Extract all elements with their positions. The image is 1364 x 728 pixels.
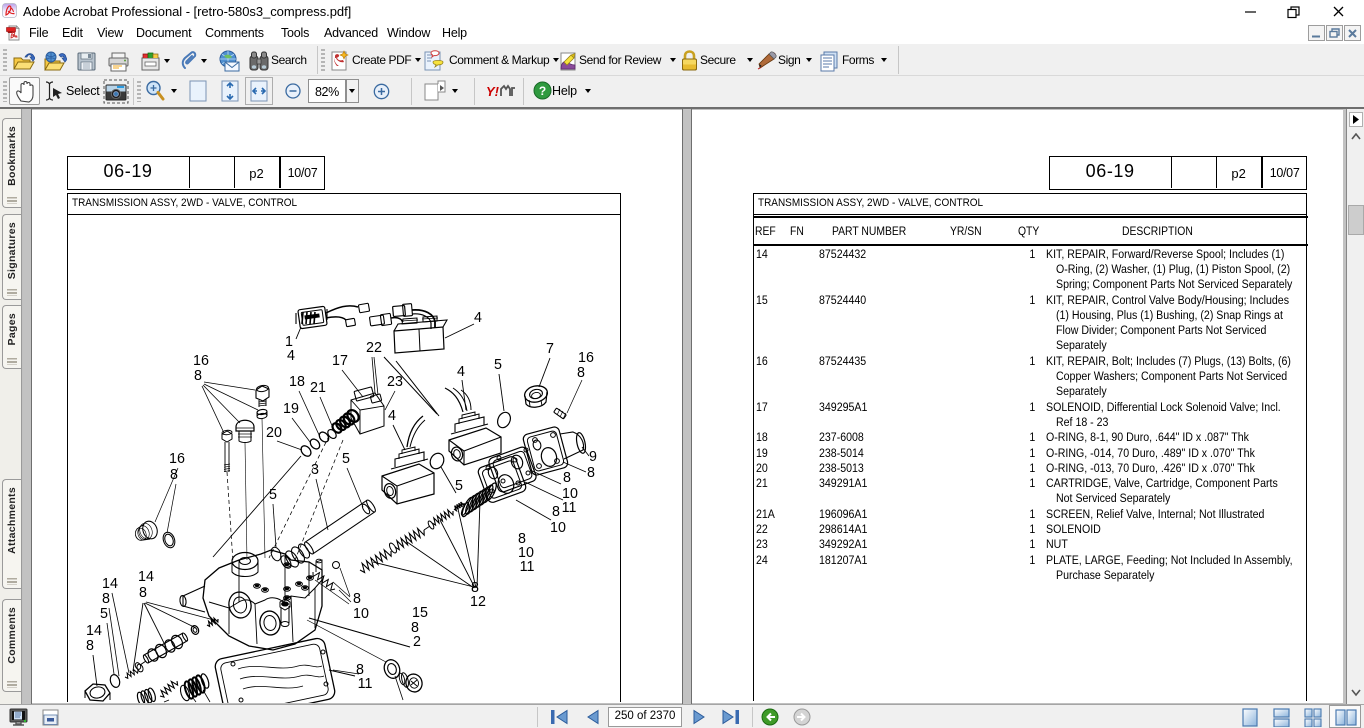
svg-text:8: 8 [577, 365, 585, 381]
svg-text:4: 4 [474, 310, 482, 326]
svg-text:16: 16 [578, 350, 594, 366]
svg-text:15: 15 [412, 605, 428, 621]
svg-text:4: 4 [457, 364, 465, 380]
svg-text:8: 8 [102, 591, 110, 607]
svg-text:9: 9 [589, 449, 597, 465]
svg-text:2: 2 [413, 634, 421, 650]
svg-text:5: 5 [455, 478, 463, 494]
svg-text:11: 11 [358, 676, 373, 692]
svg-text:8: 8 [194, 368, 202, 384]
svg-text:12: 12 [470, 594, 486, 610]
svg-text:?: ? [539, 84, 546, 98]
svg-text:4: 4 [388, 408, 396, 424]
svg-text:8: 8 [587, 465, 595, 481]
svg-text:23: 23 [387, 374, 403, 390]
svg-text:22: 22 [366, 340, 382, 356]
svg-text:20: 20 [266, 425, 282, 441]
svg-text:16: 16 [193, 353, 209, 369]
svg-text:8: 8 [552, 504, 560, 520]
svg-text:5: 5 [269, 487, 277, 503]
svg-text:10: 10 [550, 520, 566, 536]
svg-text:5: 5 [494, 357, 502, 373]
svg-text:14: 14 [138, 569, 154, 585]
svg-text:10: 10 [353, 606, 369, 622]
svg-text:8: 8 [86, 638, 94, 654]
svg-text:4: 4 [287, 348, 295, 364]
svg-text:3: 3 [311, 462, 319, 478]
svg-text:16: 16 [169, 451, 185, 467]
svg-text:11: 11 [520, 559, 535, 575]
svg-text:14: 14 [102, 576, 118, 592]
svg-text:8: 8 [353, 591, 361, 607]
svg-text:18: 18 [289, 374, 305, 390]
svg-text:8: 8 [139, 585, 147, 601]
svg-text:8: 8 [170, 467, 178, 483]
svg-text:8: 8 [563, 470, 571, 486]
svg-text:19: 19 [283, 401, 299, 417]
svg-text:14: 14 [86, 623, 102, 639]
svg-text:21: 21 [310, 380, 326, 396]
svg-text:5: 5 [100, 606, 108, 622]
svg-text:5: 5 [342, 451, 350, 467]
svg-text:11: 11 [562, 500, 577, 516]
svg-text:7: 7 [546, 341, 554, 357]
svg-text:17: 17 [332, 353, 348, 369]
